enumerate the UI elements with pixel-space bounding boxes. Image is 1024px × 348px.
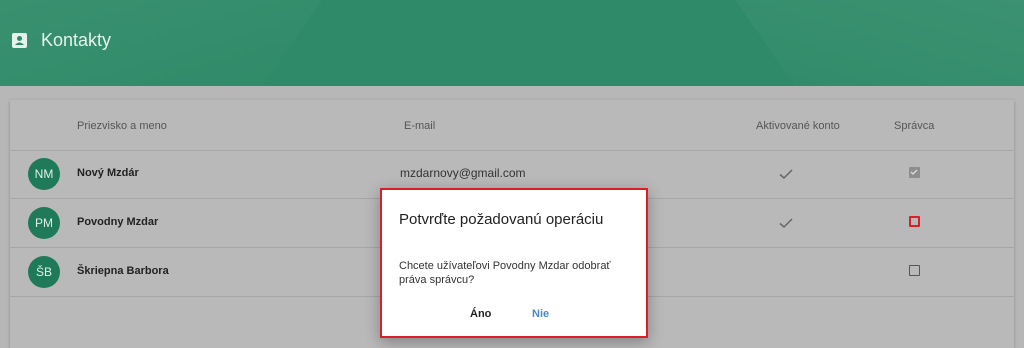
page-title-text: Kontakty [41, 30, 112, 50]
contact-card-icon [12, 33, 27, 48]
confirm-dialog: Potvrďte požadovanú operáciu Chcete užív… [380, 188, 648, 338]
column-header-active[interactable]: Aktivované konto [756, 120, 840, 132]
dialog-title: Potvrďte požadovanú operáciu [399, 211, 604, 228]
column-header-admin[interactable]: Správca [894, 120, 934, 132]
app-header: Kontakty [0, 0, 1024, 86]
checkmark-icon [778, 166, 794, 182]
page-title: Kontakty [12, 30, 111, 51]
avatar: NM [28, 158, 60, 190]
admin-checkbox[interactable] [909, 167, 920, 178]
avatar: ŠB [28, 256, 60, 288]
contact-name: Škriepna Barbora [77, 265, 169, 277]
contact-email: mzdarnovy@gmail.com [400, 166, 526, 180]
checkmark-icon [778, 215, 794, 231]
admin-checkbox[interactable] [909, 265, 920, 276]
confirm-yes-button[interactable]: Áno [470, 308, 491, 320]
contact-name: Nový Mzdár [77, 167, 139, 179]
confirm-no-button[interactable]: Nie [532, 308, 549, 320]
column-header-email[interactable]: E-mail [404, 120, 435, 132]
dialog-message: Chcete užívateľovi Povodny Mzdar odobrať… [399, 260, 611, 286]
header-decoration-right [713, 0, 1024, 86]
table-header: Priezvisko a meno E-mail Aktivované kont… [10, 100, 1014, 151]
avatar: PM [28, 207, 60, 239]
admin-checkbox[interactable] [909, 216, 920, 227]
contact-name: Povodny Mzdar [77, 216, 159, 228]
column-header-name[interactable]: Priezvisko a meno [77, 120, 167, 132]
